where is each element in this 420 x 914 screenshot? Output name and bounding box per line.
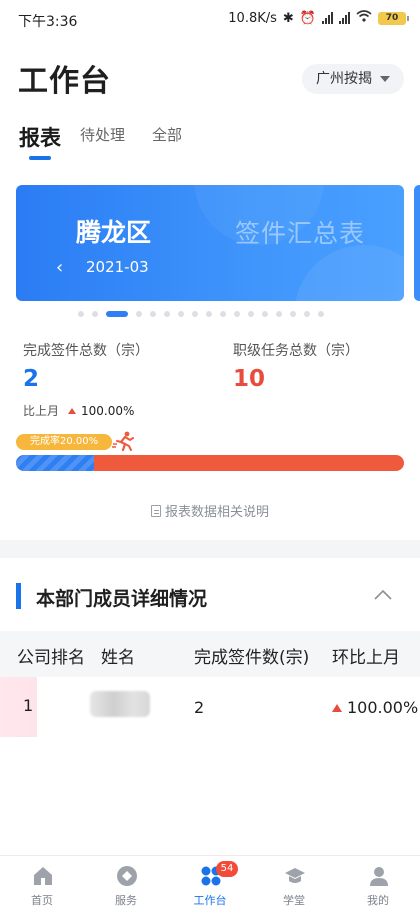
rank-cell: 1	[0, 677, 37, 737]
nav-academy-label: 学堂	[283, 894, 305, 907]
next-banner-peek[interactable]	[414, 185, 420, 301]
banner-district: 腾龙区	[76, 218, 152, 247]
header-ratio: 环比上月	[332, 648, 400, 668]
tab-indicator	[29, 156, 51, 160]
report-explain-link[interactable]: 报表数据相关说明	[0, 501, 420, 520]
banner-decoration	[294, 245, 404, 301]
carousel-dot[interactable]	[276, 311, 282, 317]
bottom-nav: 首页 服务 54 工作台 学堂 我的	[0, 855, 420, 913]
progress-fill	[16, 455, 94, 471]
home-icon	[34, 867, 52, 885]
nav-academy[interactable]: 学堂	[252, 856, 336, 914]
trend-up-icon	[332, 703, 342, 712]
section-accent-bar	[16, 583, 21, 609]
carousel-dot[interactable]	[106, 311, 128, 317]
notification-badge: 54	[216, 861, 238, 877]
carousel-dot[interactable]	[136, 311, 142, 317]
status-bar: 下午3:36 10.8K/s ✱ ⏰ 70	[0, 0, 420, 40]
nav-service-label: 服务	[115, 894, 137, 907]
table-header: 公司排名 姓名 完成签件数(宗) 环比上月	[0, 631, 420, 677]
chevron-up-icon[interactable]	[374, 589, 392, 601]
ratio-value: 100.00%	[347, 698, 419, 717]
rank-value: 1	[23, 696, 34, 715]
nav-workbench[interactable]: 54 工作台	[168, 856, 252, 914]
tab-all[interactable]: 全部	[152, 124, 182, 145]
nav-home[interactable]: 首页	[0, 856, 84, 914]
ratio-cell: 100.00%	[332, 698, 418, 717]
header-name: 姓名	[101, 648, 135, 668]
net-speed: 10.8K/s	[228, 10, 277, 26]
carousel-dot[interactable]	[206, 311, 212, 317]
wifi-icon	[356, 10, 372, 26]
trend-up-icon	[68, 407, 77, 414]
carousel-dot[interactable]	[150, 311, 156, 317]
page-title: 工作台	[18, 64, 111, 99]
completed-total-value: 2	[23, 366, 40, 392]
battery-icon: 70	[378, 11, 409, 25]
carousel-dot[interactable]	[290, 311, 296, 317]
report-explain-text: 报表数据相关说明	[164, 505, 269, 520]
nav-service[interactable]: 服务	[84, 856, 168, 914]
carousel-dot[interactable]	[304, 311, 310, 317]
carousel-dot[interactable]	[178, 311, 184, 317]
carousel-dot[interactable]	[220, 311, 226, 317]
document-icon	[150, 504, 161, 517]
completion-rate-badge: 完成率20.00%	[16, 434, 113, 450]
table-row[interactable]: 1 2 100.00%	[0, 677, 420, 737]
carousel-dot[interactable]	[78, 311, 84, 317]
nav-mine-label: 我的	[367, 894, 389, 907]
compare-label: 比上月	[23, 404, 60, 418]
banner-month[interactable]: 2021-03	[86, 258, 149, 276]
nav-mine[interactable]: 我的	[336, 856, 420, 914]
tab-pending[interactable]: 待处理	[80, 124, 125, 145]
carousel-dot[interactable]	[92, 311, 98, 317]
carousel-dot[interactable]	[192, 311, 198, 317]
status-time: 下午3:36	[18, 14, 78, 30]
blurred-name	[90, 691, 150, 717]
city-label: 广州按揭	[316, 71, 372, 87]
alarm-icon: ⏰	[299, 10, 316, 26]
carousel-dots	[78, 311, 324, 317]
carousel-dot[interactable]	[262, 311, 268, 317]
status-right: 10.8K/s ✱ ⏰ 70	[228, 10, 409, 26]
section-title: 本部门成员详细情况	[36, 588, 208, 610]
count-value: 2	[194, 698, 205, 717]
completion-progress-bar	[16, 455, 404, 471]
carousel-dot[interactable]	[318, 311, 324, 317]
header-rank: 公司排名	[17, 648, 85, 668]
bluetooth-icon: ✱	[282, 10, 294, 26]
compare-value: 100.00%	[81, 403, 135, 418]
runner-icon	[112, 431, 134, 451]
chevron-left-icon[interactable]: ‹	[56, 257, 63, 278]
service-icon	[117, 866, 137, 886]
user-icon	[370, 867, 388, 886]
carousel-dot[interactable]	[248, 311, 254, 317]
signal-icon	[322, 12, 333, 24]
carousel-dot[interactable]	[234, 311, 240, 317]
nav-home-label: 首页	[31, 894, 53, 907]
signal-hd-icon	[339, 12, 350, 24]
nav-workbench-label: 工作台	[193, 894, 227, 907]
banner-report-title: 签件汇总表	[235, 219, 366, 248]
caret-down-icon	[380, 76, 390, 82]
month-compare: 比上月 100.00%	[23, 402, 134, 419]
completed-total-label: 完成签件总数（宗）	[23, 343, 149, 359]
graduation-cap-icon	[285, 868, 305, 883]
section-divider	[0, 540, 420, 558]
task-total-label: 职级任务总数（宗）	[233, 343, 359, 359]
report-banner[interactable]: 腾龙区 签件汇总表 ‹ 2021-03	[16, 185, 404, 301]
task-total-value: 10	[233, 366, 266, 392]
tab-report[interactable]: 报表	[19, 122, 61, 152]
header-count: 完成签件数(宗)	[194, 648, 310, 668]
carousel-dot[interactable]	[164, 311, 170, 317]
city-selector[interactable]: 广州按揭	[302, 64, 404, 94]
